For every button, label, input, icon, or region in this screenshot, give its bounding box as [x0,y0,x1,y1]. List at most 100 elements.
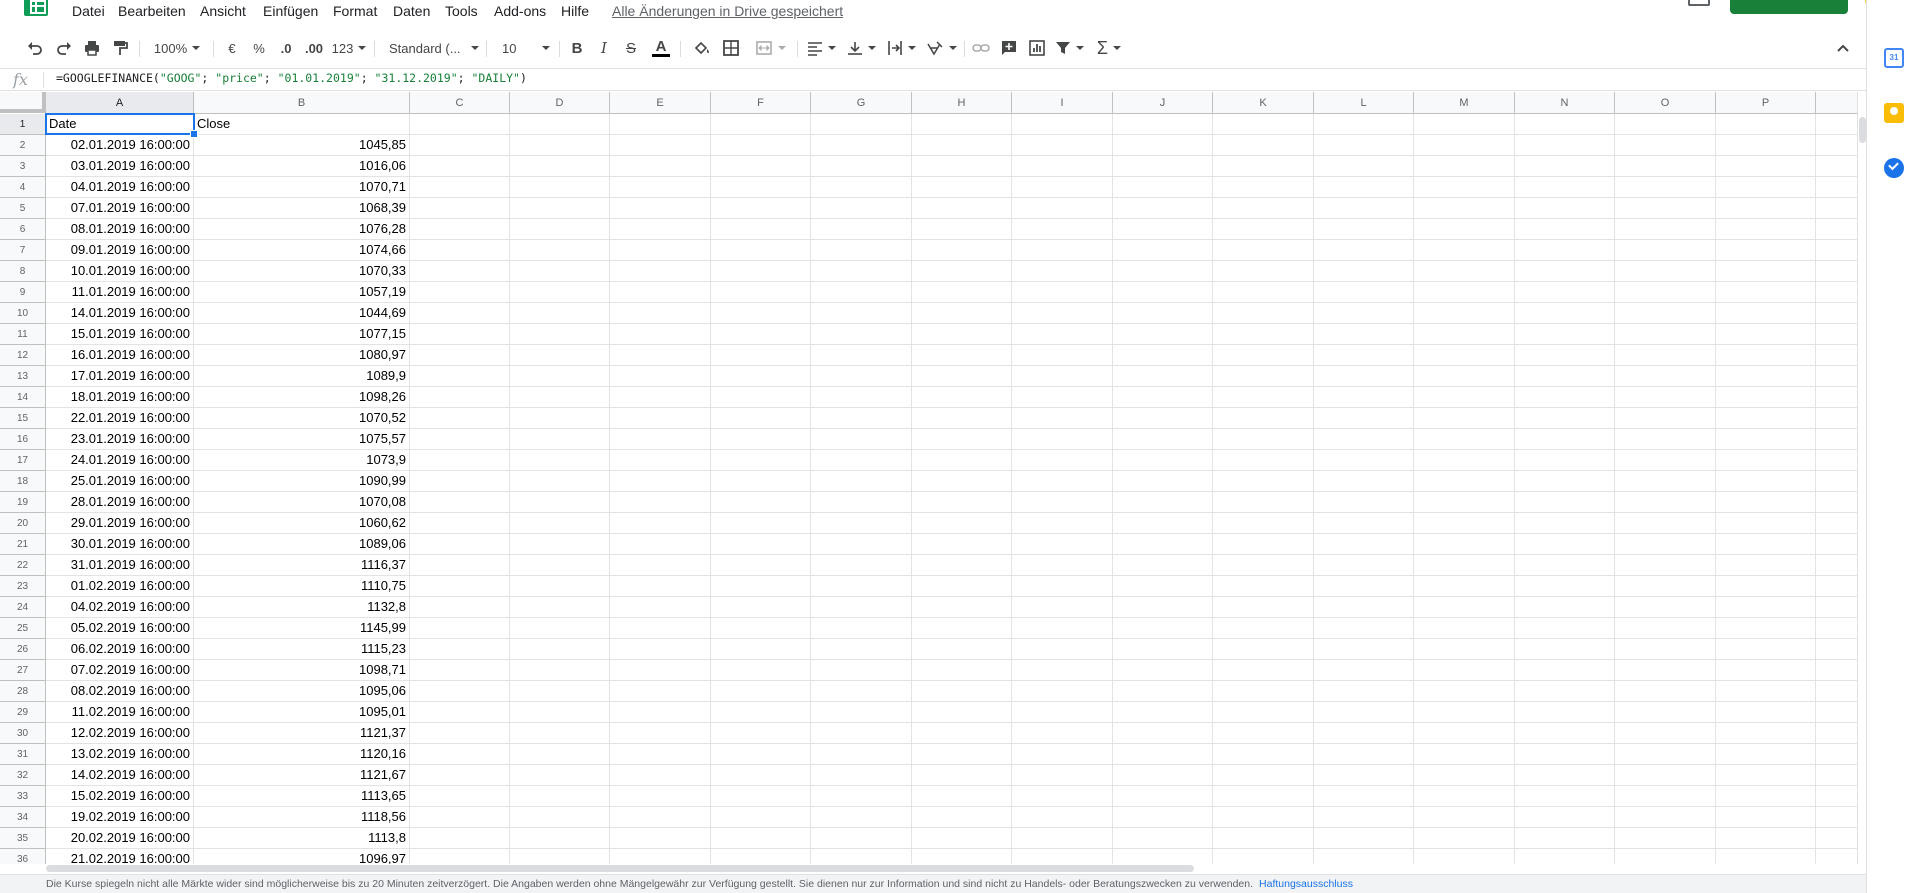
empty-cell[interactable] [1414,198,1515,219]
empty-cell[interactable] [912,324,1012,345]
empty-cell[interactable] [410,240,510,261]
empty-cell[interactable] [410,303,510,324]
empty-cell[interactable] [1615,786,1716,807]
empty-cell[interactable] [711,660,811,681]
empty-cell[interactable] [1615,744,1716,765]
empty-cell[interactable] [610,828,711,849]
row-header[interactable]: 20 [0,513,46,534]
empty-cell[interactable] [912,366,1012,387]
decrease-decimals-button[interactable]: .0 [276,36,296,60]
row-header[interactable]: 34 [0,807,46,828]
empty-cell[interactable] [912,765,1012,786]
row-header[interactable]: 1 [0,114,46,135]
empty-cell[interactable] [1515,219,1615,240]
calendar-icon[interactable]: 31 [1884,48,1904,68]
empty-cell[interactable] [1213,702,1314,723]
empty-cell[interactable] [410,471,510,492]
empty-cell[interactable] [1314,849,1414,864]
empty-cell[interactable] [410,261,510,282]
zoom-select[interactable]: 100% [148,36,206,60]
empty-cell[interactable] [912,618,1012,639]
empty-cell[interactable] [711,807,811,828]
empty-cell[interactable] [610,492,711,513]
empty-cell[interactable] [1314,282,1414,303]
empty-cell[interactable] [912,639,1012,660]
close-cell[interactable]: 1057,19 [194,282,410,303]
date-cell[interactable]: 25.01.2019 16:00:00 [46,471,194,492]
date-cell[interactable]: 02.01.2019 16:00:00 [46,135,194,156]
date-cell[interactable]: 30.01.2019 16:00:00 [46,534,194,555]
empty-cell[interactable] [1816,681,1857,702]
empty-cell[interactable] [1213,618,1314,639]
share-button[interactable] [1730,0,1848,14]
empty-cell[interactable] [610,114,711,135]
text-color-icon[interactable]: A [650,36,672,60]
row-header[interactable]: 16 [0,429,46,450]
empty-cell[interactable] [811,786,912,807]
column-header-m[interactable]: M [1414,92,1515,114]
column-header-l[interactable]: L [1314,92,1414,114]
empty-cell[interactable] [1113,219,1213,240]
empty-cell[interactable] [1113,303,1213,324]
column-header-d[interactable]: D [510,92,610,114]
empty-cell[interactable] [912,261,1012,282]
empty-cell[interactable] [1716,492,1816,513]
empty-cell[interactable] [1716,261,1816,282]
close-cell[interactable]: 1113,65 [194,786,410,807]
empty-cell[interactable] [912,177,1012,198]
empty-cell[interactable] [711,702,811,723]
empty-cell[interactable] [1012,303,1113,324]
empty-cell[interactable] [1213,534,1314,555]
empty-cell[interactable] [1213,261,1314,282]
empty-cell[interactable] [1414,240,1515,261]
empty-cell[interactable] [410,282,510,303]
empty-cell[interactable] [1515,282,1615,303]
empty-cell[interactable] [1615,828,1716,849]
empty-cell[interactable] [811,114,912,135]
empty-cell[interactable] [1314,450,1414,471]
empty-cell[interactable] [1314,555,1414,576]
empty-cell[interactable] [1716,324,1816,345]
empty-cell[interactable] [811,807,912,828]
empty-cell[interactable] [1615,450,1716,471]
empty-cell[interactable] [711,744,811,765]
empty-cell[interactable] [1816,219,1857,240]
empty-cell[interactable] [410,177,510,198]
empty-cell[interactable] [711,345,811,366]
empty-cell[interactable] [912,429,1012,450]
empty-cell[interactable] [912,786,1012,807]
currency-format-button[interactable]: € [222,36,242,60]
date-cell[interactable]: 21.02.2019 16:00:00 [46,849,194,864]
empty-cell[interactable] [711,198,811,219]
empty-cell[interactable] [410,639,510,660]
empty-cell[interactable] [811,177,912,198]
empty-cell[interactable] [510,513,610,534]
empty-cell[interactable] [610,303,711,324]
close-cell[interactable]: 1098,71 [194,660,410,681]
row-header[interactable]: 24 [0,597,46,618]
empty-cell[interactable] [1113,513,1213,534]
row-header[interactable]: 17 [0,450,46,471]
date-cell[interactable]: 07.02.2019 16:00:00 [46,660,194,681]
date-cell[interactable]: 01.02.2019 16:00:00 [46,576,194,597]
empty-cell[interactable] [711,639,811,660]
empty-cell[interactable] [1113,261,1213,282]
close-cell[interactable]: 1089,9 [194,366,410,387]
empty-cell[interactable] [410,345,510,366]
empty-cell[interactable] [1816,849,1857,864]
empty-cell[interactable] [510,219,610,240]
empty-cell[interactable] [912,744,1012,765]
font-size-select[interactable]: 10 [494,36,552,60]
empty-cell[interactable] [1012,345,1113,366]
empty-cell[interactable] [1113,639,1213,660]
empty-cell[interactable] [1716,681,1816,702]
empty-cell[interactable] [811,135,912,156]
empty-cell[interactable] [912,303,1012,324]
close-cell[interactable]: 1073,9 [194,450,410,471]
row-header[interactable]: 21 [0,534,46,555]
empty-cell[interactable] [912,219,1012,240]
empty-cell[interactable] [1113,723,1213,744]
empty-cell[interactable] [410,807,510,828]
empty-cell[interactable] [510,261,610,282]
empty-cell[interactable] [811,429,912,450]
